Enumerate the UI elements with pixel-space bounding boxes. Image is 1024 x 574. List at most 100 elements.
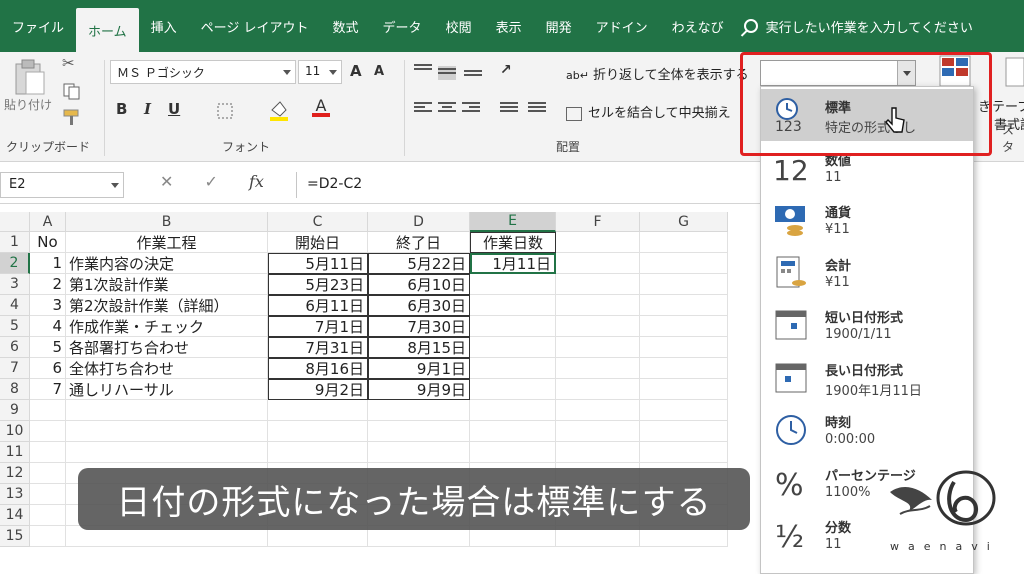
table-cell[interactable] bbox=[470, 274, 556, 295]
table-cell[interactable]: 6月11日 bbox=[268, 295, 368, 316]
tab-view[interactable]: 表示 bbox=[484, 0, 534, 52]
table-header-cell[interactable]: 終了日 bbox=[368, 232, 470, 253]
empty-cell[interactable] bbox=[640, 316, 728, 337]
empty-cell[interactable] bbox=[30, 505, 66, 526]
table-cell[interactable]: 2 bbox=[30, 274, 66, 295]
increase-indent-icon[interactable] bbox=[528, 102, 546, 116]
select-all-corner[interactable] bbox=[0, 212, 30, 232]
column-header-g[interactable]: G bbox=[640, 212, 728, 232]
insert-function-icon[interactable]: fx bbox=[249, 172, 264, 191]
number-format-option-4[interactable]: 短い日付形式 1900/1/11 bbox=[761, 299, 973, 351]
row-header-11[interactable]: 11 bbox=[0, 442, 30, 463]
empty-cell[interactable] bbox=[640, 337, 728, 358]
cancel-icon[interactable]: ✕ bbox=[160, 172, 173, 191]
empty-cell[interactable] bbox=[30, 526, 66, 547]
font-color-icon[interactable]: A bbox=[312, 96, 330, 117]
shrink-font-button[interactable]: A bbox=[374, 64, 384, 79]
empty-cell[interactable] bbox=[66, 421, 268, 442]
table-cell[interactable] bbox=[470, 316, 556, 337]
font-size-select[interactable]: 11 bbox=[298, 60, 342, 84]
cut-icon[interactable]: ✂ bbox=[62, 54, 75, 72]
table-cell[interactable]: 6 bbox=[30, 358, 66, 379]
table-cell[interactable]: 全体打ち合わせ bbox=[66, 358, 268, 379]
table-header-cell[interactable]: 開始日 bbox=[268, 232, 368, 253]
row-header-9[interactable]: 9 bbox=[0, 400, 30, 421]
table-cell[interactable]: 第2次設計作業（詳細） bbox=[66, 295, 268, 316]
number-format-option-3[interactable]: 会計 ¥11 bbox=[761, 247, 973, 299]
table-cell[interactable]: 第1次設計作業 bbox=[66, 274, 268, 295]
table-header-cell[interactable]: 作業日数 bbox=[470, 232, 556, 253]
empty-cell[interactable] bbox=[556, 295, 640, 316]
table-cell[interactable] bbox=[470, 358, 556, 379]
empty-cell[interactable] bbox=[66, 400, 268, 421]
table-cell[interactable]: 9月9日 bbox=[368, 379, 470, 400]
copy-icon[interactable] bbox=[62, 82, 82, 100]
table-cell[interactable]: 1 bbox=[30, 253, 66, 274]
table-cell[interactable]: 5月23日 bbox=[268, 274, 368, 295]
table-cell[interactable]: 5 bbox=[30, 337, 66, 358]
empty-cell[interactable] bbox=[640, 379, 728, 400]
empty-cell[interactable] bbox=[556, 316, 640, 337]
row-header-6[interactable]: 6 bbox=[0, 337, 30, 358]
empty-cell[interactable] bbox=[556, 232, 640, 253]
tell-me-box[interactable]: 実行したい作業を入力してください bbox=[743, 17, 973, 36]
row-header-14[interactable]: 14 bbox=[0, 505, 30, 526]
empty-cell[interactable] bbox=[66, 442, 268, 463]
tab-file[interactable]: ファイル bbox=[0, 0, 76, 52]
merge-center-button[interactable]: セルを結合して中央揃え bbox=[566, 102, 731, 121]
name-box[interactable]: E2 bbox=[0, 172, 124, 198]
empty-cell[interactable] bbox=[30, 463, 66, 484]
row-header-5[interactable]: 5 bbox=[0, 316, 30, 337]
paste-label[interactable]: 貼り付け bbox=[4, 96, 52, 113]
table-cell[interactable]: 7月31日 bbox=[268, 337, 368, 358]
enter-icon[interactable]: ✓ bbox=[205, 172, 218, 191]
align-bottom-icon[interactable] bbox=[464, 70, 482, 84]
empty-cell[interactable] bbox=[640, 295, 728, 316]
empty-cell[interactable] bbox=[640, 253, 728, 274]
table-cell[interactable]: 9月1日 bbox=[368, 358, 470, 379]
align-middle-icon[interactable] bbox=[438, 66, 456, 80]
table-cell[interactable]: 5月11日 bbox=[268, 253, 368, 274]
wrap-text-button[interactable]: ab↵ 折り返して全体を表示する bbox=[566, 64, 749, 83]
row-header-8[interactable]: 8 bbox=[0, 379, 30, 400]
row-header-3[interactable]: 3 bbox=[0, 274, 30, 295]
empty-cell[interactable] bbox=[556, 379, 640, 400]
column-header-f[interactable]: F bbox=[556, 212, 640, 232]
tab-data[interactable]: データ bbox=[371, 0, 434, 52]
table-cell[interactable]: 8月16日 bbox=[268, 358, 368, 379]
empty-cell[interactable] bbox=[556, 253, 640, 274]
empty-cell[interactable] bbox=[368, 400, 470, 421]
grow-font-button[interactable]: A bbox=[350, 62, 362, 80]
table-cell[interactable] bbox=[470, 295, 556, 316]
column-header-a[interactable]: A bbox=[30, 212, 66, 232]
empty-cell[interactable] bbox=[640, 232, 728, 253]
column-header-c[interactable]: C bbox=[268, 212, 368, 232]
empty-cell[interactable] bbox=[268, 442, 368, 463]
column-header-d[interactable]: D bbox=[368, 212, 470, 232]
row-header-15[interactable]: 15 bbox=[0, 526, 30, 547]
table-cell[interactable]: 通しリハーサル bbox=[66, 379, 268, 400]
empty-cell[interactable] bbox=[470, 421, 556, 442]
empty-cell[interactable] bbox=[640, 274, 728, 295]
row-header-2[interactable]: 2 bbox=[0, 253, 30, 274]
font-name-select[interactable]: ＭＳ Ｐゴシック bbox=[110, 60, 296, 84]
paste-icon[interactable] bbox=[12, 58, 48, 96]
empty-cell[interactable] bbox=[368, 421, 470, 442]
number-format-option-2[interactable]: 通貨 ¥11 bbox=[761, 194, 973, 246]
table-cell[interactable]: 7月1日 bbox=[268, 316, 368, 337]
tab-developer[interactable]: 開発 bbox=[534, 0, 584, 52]
align-top-icon[interactable] bbox=[414, 64, 432, 78]
table-cell[interactable]: 4 bbox=[30, 316, 66, 337]
table-cell[interactable]: 9月2日 bbox=[268, 379, 368, 400]
table-cell[interactable]: 7 bbox=[30, 379, 66, 400]
format-as-table-icon[interactable] bbox=[1004, 56, 1024, 88]
table-cell[interactable] bbox=[470, 379, 556, 400]
table-header-cell[interactable]: 作業工程 bbox=[66, 232, 268, 253]
table-cell[interactable]: 6月10日 bbox=[368, 274, 470, 295]
table-cell[interactable]: 作成作業・チェック bbox=[66, 316, 268, 337]
underline-button[interactable]: U bbox=[168, 100, 180, 118]
table-cell[interactable]: 7月30日 bbox=[368, 316, 470, 337]
empty-cell[interactable] bbox=[556, 400, 640, 421]
table-cell[interactable]: 各部署打ち合わせ bbox=[66, 337, 268, 358]
table-header-cell[interactable]: No bbox=[30, 232, 66, 253]
